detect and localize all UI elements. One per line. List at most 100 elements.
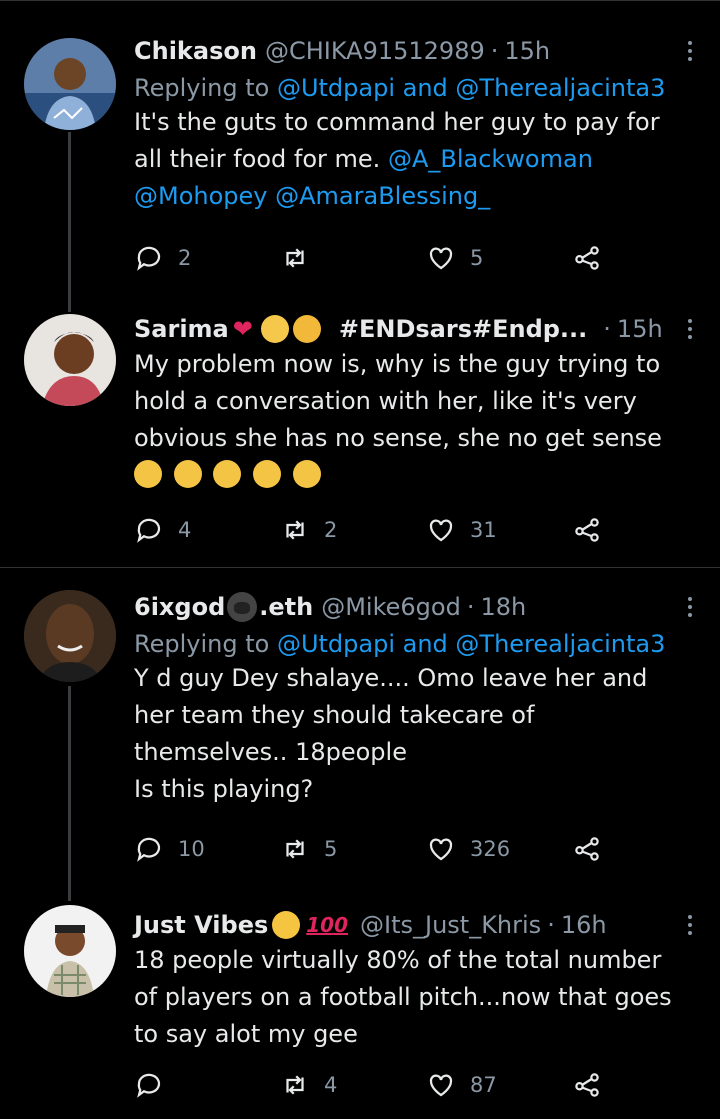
more-options-icon[interactable] [678, 592, 702, 622]
mention-link[interactable]: @Mohopey @AmaraBlessing_ [134, 178, 696, 215]
tweet-text-line: It's the guts to command her guy to pay … [134, 108, 660, 136]
avatar-image-icon [24, 314, 116, 406]
facepalm-emoji-icon [173, 460, 202, 488]
user-handle[interactable]: @CHIKA91512989 [265, 36, 485, 66]
tweet-content: 6ixgod .eth @Mike6god · 18h Replying to … [134, 592, 696, 808]
share-button[interactable] [572, 514, 602, 546]
reply-count: 2 [178, 246, 192, 270]
tweet-text-line: to say alot my gee [134, 1020, 358, 1048]
avatar-image-icon [24, 38, 116, 130]
tweet-header: Sarima ❤ #ENDsars#Endp... · 15h [134, 314, 696, 344]
timestamp[interactable]: 15h [617, 314, 663, 344]
reply-button[interactable]: 10 [134, 833, 205, 865]
avatar[interactable] [24, 590, 116, 682]
tweet-text: Y d guy Dey shalaye.... Omo leave her an… [134, 660, 696, 808]
retweet-button[interactable]: 2 [280, 514, 337, 546]
separator-dot: · [466, 593, 475, 621]
display-name-suffix[interactable]: .eth [259, 592, 313, 622]
avatar[interactable] [24, 314, 116, 406]
heart-icon [429, 247, 453, 270]
reply-icon [137, 837, 161, 862]
reply-button[interactable]: 2 [134, 242, 191, 274]
tweet-text: My problem now is, why is the guy trying… [134, 346, 696, 494]
tweet-content: Chikason @CHIKA91512989 · 15h Replying t… [134, 36, 696, 215]
like-button[interactable]: 87 [426, 1069, 497, 1101]
retweet-icon [286, 520, 304, 540]
facepalm-emoji-icon [134, 460, 162, 488]
reply-count: 10 [178, 837, 205, 861]
reply-count: 4 [178, 518, 192, 542]
like-count: 326 [470, 837, 511, 861]
tweet-text-line: all their food for me. @A_Blackwoman [134, 141, 696, 178]
share-button[interactable] [572, 242, 602, 274]
avatar-image-icon [24, 590, 116, 682]
replying-to: Replying to @Utdpapi and @Therealjacinta… [134, 72, 696, 104]
display-name-suffix[interactable]: #ENDsars#Endp... [339, 314, 587, 344]
avatar[interactable] [24, 905, 116, 997]
tweet-actions: 2 5 [134, 242, 604, 274]
retweet-button[interactable]: 4 [280, 1069, 337, 1101]
tweet-header: 6ixgod .eth @Mike6god · 18h [134, 592, 696, 622]
like-button[interactable]: 31 [426, 514, 497, 546]
share-icon [575, 1073, 599, 1097]
display-name[interactable]: Sarima [134, 314, 229, 344]
replying-to-mentions[interactable]: @Utdpapi and @Therealjacinta3 [277, 630, 665, 658]
avatar-image-icon [24, 905, 116, 997]
reply-button[interactable] [134, 1069, 178, 1101]
tweet-text-line: Is this playing? [134, 775, 314, 803]
tweet-actions: 10 5 326 [134, 833, 604, 865]
tweet-actions: 4 2 31 [134, 514, 604, 546]
share-button[interactable] [572, 1069, 602, 1101]
tweet-header: Just Vibes 100 @Its_Just_Khris · 16h [134, 910, 696, 940]
more-options-icon[interactable] [678, 910, 702, 940]
tweet-text: 18 people virtually 80% of the total num… [134, 942, 696, 1053]
tweet-content: Sarima ❤ #ENDsars#Endp... · 15h My probl… [134, 314, 696, 494]
facepalm-emoji-icon [252, 460, 281, 488]
reply-button[interactable]: 4 [134, 514, 191, 546]
avatar[interactable] [24, 38, 116, 130]
more-options-icon[interactable] [678, 314, 702, 344]
separator-dot: · [490, 37, 499, 65]
tweet-text-line: My problem now is, why is the guy trying… [134, 350, 661, 378]
replying-to-prefix: Replying to [134, 630, 270, 658]
hundred-points-emoji-icon: 100 [306, 913, 348, 937]
like-button[interactable]: 5 [426, 242, 483, 274]
timestamp[interactable]: 18h [480, 592, 526, 622]
thread-line [68, 132, 71, 312]
like-count: 31 [470, 518, 497, 542]
display-name[interactable]: 6ixgod [134, 592, 225, 622]
share-icon [575, 518, 599, 542]
display-name[interactable]: Just Vibes [134, 910, 268, 940]
display-name[interactable]: Chikason [134, 36, 257, 66]
mention-link[interactable]: @A_Blackwoman [388, 145, 593, 173]
thread-line [68, 686, 71, 901]
retweet-icon [286, 1075, 304, 1095]
retweet-button[interactable]: 5 [280, 833, 337, 865]
retweet-icon [286, 248, 304, 268]
tweet-actions: 4 87 [134, 1069, 604, 1101]
retweet-button[interactable] [280, 242, 324, 274]
tweet-text-line: her team they should takecare of [134, 701, 535, 729]
like-button[interactable]: 326 [426, 833, 510, 865]
graduate-emoji-icon [260, 315, 289, 343]
tweet-content: Just Vibes 100 @Its_Just_Khris · 16h 18 … [134, 910, 696, 1053]
user-handle[interactable]: @Mike6god [321, 592, 461, 622]
like-count: 5 [470, 246, 484, 270]
retweet-count: 5 [324, 837, 338, 861]
facepalm-emoji-icon [213, 460, 242, 488]
separator-dot: · [547, 911, 555, 939]
heart-icon [429, 1074, 453, 1097]
gorilla-emoji-icon [227, 592, 258, 622]
replying-to-mentions[interactable]: @Utdpapi and @Therealjacinta3 [277, 74, 665, 102]
reply-icon [137, 246, 161, 271]
timestamp[interactable]: 15h [504, 36, 550, 66]
timestamp[interactable]: 16h [561, 910, 607, 940]
separator-dot: · [603, 315, 611, 343]
tweet-text-line: Y d guy Dey shalaye.... Omo leave her an… [134, 664, 648, 692]
more-options-icon[interactable] [678, 36, 702, 66]
like-count: 87 [470, 1073, 497, 1097]
share-button[interactable] [572, 833, 602, 865]
tweet-text-line: hold a conversation with her, like it's … [134, 387, 637, 415]
user-handle[interactable]: @Its_Just_Khris [360, 910, 541, 940]
retweet-icon [286, 839, 304, 859]
